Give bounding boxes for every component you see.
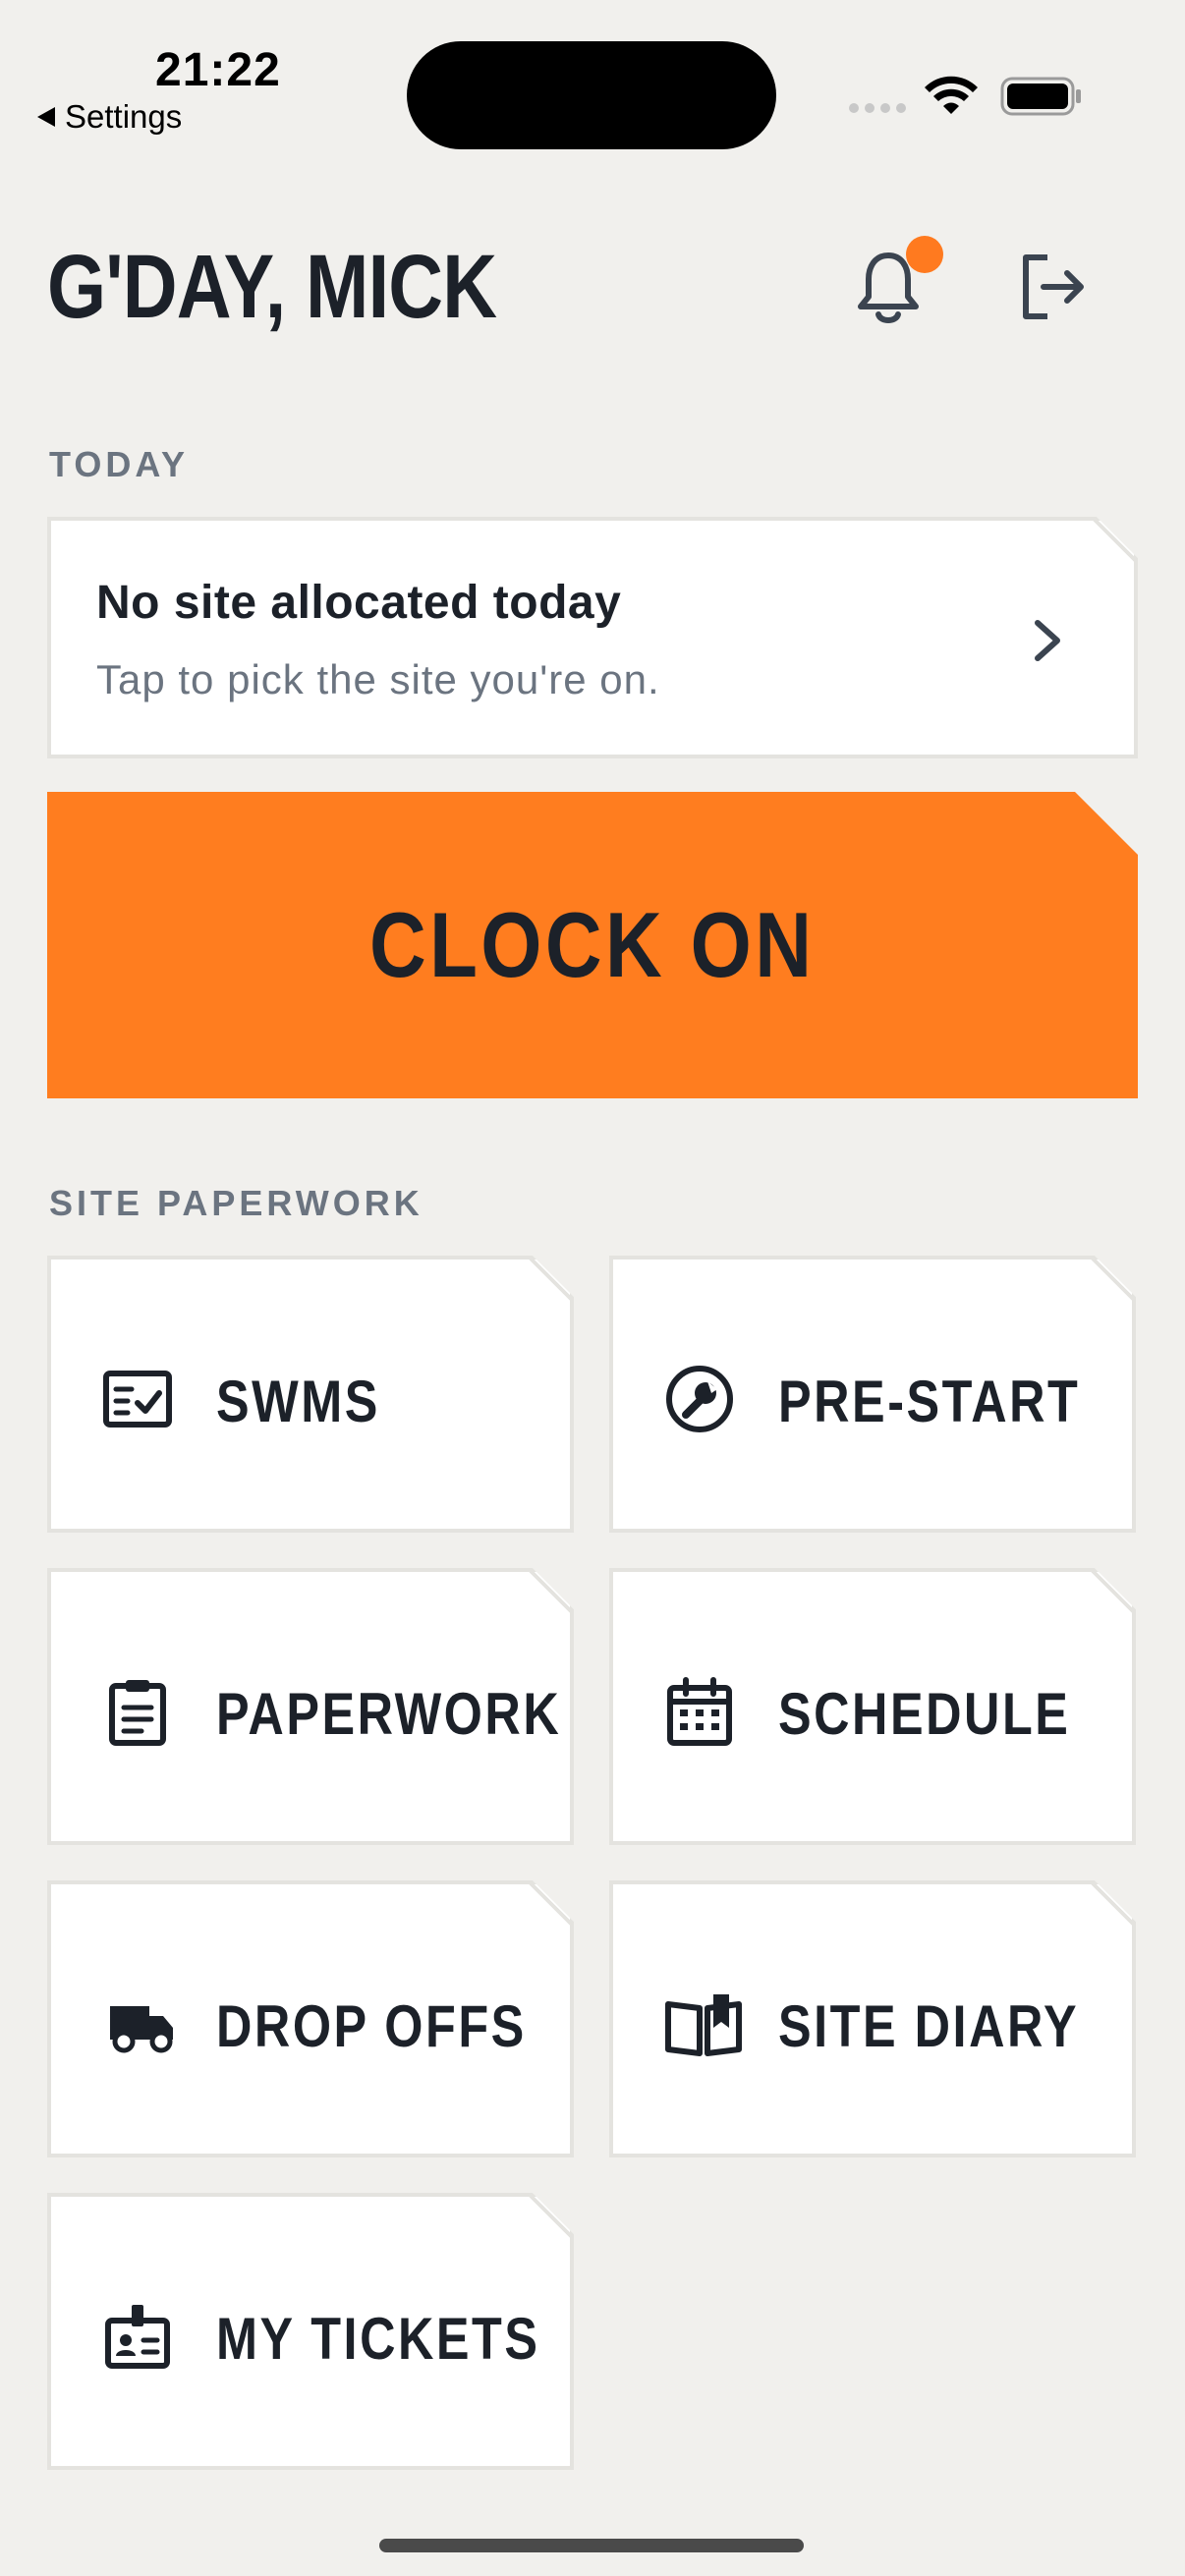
id-badge-icon bbox=[102, 2301, 173, 2372]
wrench-icon bbox=[664, 1364, 735, 1434]
tile-my-tickets[interactable]: MY TICKETS bbox=[47, 2193, 574, 2470]
tile-schedule[interactable]: SCHEDULE bbox=[609, 1568, 1136, 1845]
tile-label: SWMS bbox=[216, 1369, 380, 1434]
clock-on-button[interactable]: CLOCK ON bbox=[47, 792, 1138, 1098]
dynamic-island bbox=[407, 41, 776, 149]
logout-icon[interactable] bbox=[1018, 252, 1089, 322]
back-to-settings[interactable]: Settings bbox=[37, 98, 182, 136]
calendar-icon bbox=[664, 1676, 735, 1747]
tile-drop-offs[interactable]: DROP OFFS bbox=[47, 1880, 574, 2157]
status-time: 21:22 bbox=[155, 44, 281, 96]
clock-on-label: CLOCK ON bbox=[369, 893, 816, 996]
checklist-icon bbox=[102, 1364, 173, 1434]
tile-label: PRE-START bbox=[778, 1369, 1081, 1434]
cellular-signal-icon bbox=[849, 103, 906, 113]
today-card-title: No site allocated today bbox=[96, 577, 622, 629]
wifi-icon bbox=[925, 76, 978, 114]
greeting-title: G'DAY, MICK bbox=[47, 237, 497, 337]
home-screen: 21:22 Settings G'DAY, MICK TODAY No site… bbox=[0, 0, 1185, 2576]
back-label: Settings bbox=[65, 98, 183, 135]
home-indicator[interactable] bbox=[379, 2539, 804, 2552]
tile-label: MY TICKETS bbox=[216, 2306, 540, 2372]
notification-badge bbox=[906, 236, 943, 273]
tile-label: SITE DIARY bbox=[778, 1993, 1080, 2059]
chevron-right-icon bbox=[1030, 617, 1065, 664]
today-site-card[interactable]: No site allocated today Tap to pick the … bbox=[47, 517, 1138, 758]
tile-paperwork[interactable]: PAPERWORK bbox=[47, 1568, 574, 1845]
battery-icon bbox=[1000, 77, 1081, 116]
tile-swms[interactable]: SWMS bbox=[47, 1256, 574, 1533]
site-paperwork-section-label: SITE PAPERWORK bbox=[49, 1183, 423, 1223]
notifications-button[interactable] bbox=[857, 236, 943, 326]
tile-label: DROP OFFS bbox=[216, 1993, 527, 2059]
today-section-label: TODAY bbox=[49, 444, 190, 484]
tile-label: PAPERWORK bbox=[216, 1681, 562, 1747]
clipboard-icon bbox=[102, 1676, 173, 1747]
tile-pre-start[interactable]: PRE-START bbox=[609, 1256, 1136, 1533]
truck-icon bbox=[102, 1988, 181, 2059]
tile-site-diary[interactable]: SITE DIARY bbox=[609, 1880, 1136, 2157]
tile-label: SCHEDULE bbox=[778, 1681, 1071, 1747]
back-arrow-icon bbox=[37, 107, 55, 127]
today-card-subtitle: Tap to pick the site you're on. bbox=[96, 656, 660, 702]
open-book-icon bbox=[664, 1988, 743, 2059]
